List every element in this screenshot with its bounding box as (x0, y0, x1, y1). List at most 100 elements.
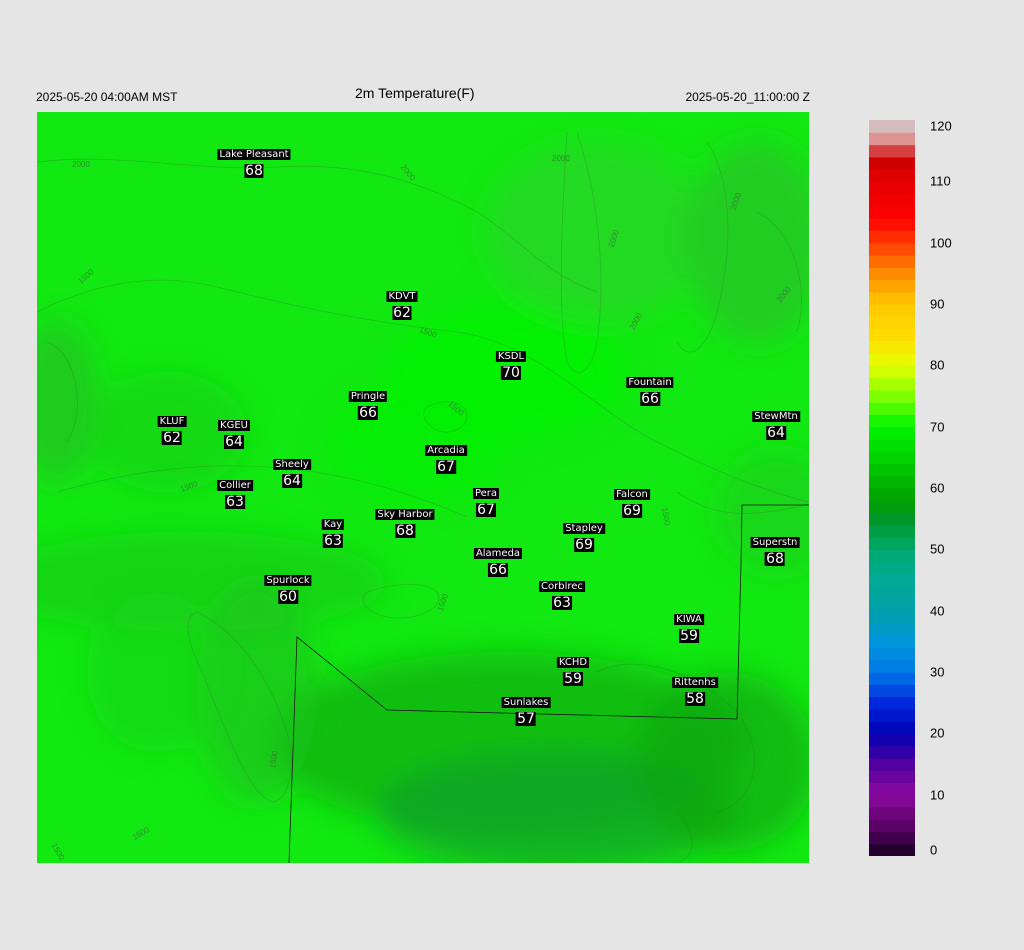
colorbar-tick-label: 40 (930, 603, 945, 619)
colorbar-band (869, 414, 915, 428)
station-temperature: 66 (640, 391, 660, 407)
temperature-colorbar (869, 120, 915, 856)
colorbar-band (869, 696, 915, 710)
colorbar-band (869, 291, 915, 305)
station-marker: KCHD 59 (556, 652, 590, 687)
station-temperature: 68 (765, 551, 785, 567)
station-temperature: 69 (622, 503, 642, 519)
colorbar-band (869, 304, 915, 317)
colorbar-band (869, 622, 915, 636)
station-temperature: 67 (476, 502, 496, 518)
colorbar-band (869, 610, 915, 624)
colorbar-band (869, 389, 915, 403)
colorbar-band (869, 463, 915, 477)
colorbar-band (869, 708, 915, 722)
temperature-map: 2000 2000 2000 2000 2000 1500 1500 1500 1500 1500… (37, 112, 809, 863)
station-name: Corblrec (539, 581, 585, 592)
colorbar-band (869, 230, 915, 244)
station-marker: KSDL 70 (495, 346, 527, 380)
station-marker: KIWA 59 (674, 609, 704, 643)
station-marker: StewMtn 64 (752, 406, 800, 440)
colorbar-band (869, 794, 915, 808)
colorbar-band (869, 745, 915, 759)
station-marker: Superstn 68 (750, 532, 800, 567)
colorbar-tick-label: 50 (930, 541, 945, 557)
station-temperature: 68 (395, 523, 415, 539)
station-marker: Corblrec 63 (539, 576, 585, 610)
station-name: Stapley (563, 523, 605, 534)
colorbar-band (869, 120, 915, 133)
station-name: Kay (321, 519, 345, 530)
station-marker: KLUF 62 (157, 411, 187, 446)
colorbar-tick-label: 0 (930, 842, 938, 858)
map-title: 2m Temperature(F) (355, 85, 475, 101)
station-marker: Sky Harbor 68 (375, 504, 435, 539)
colorbar-band (869, 733, 915, 747)
colorbar-band (869, 500, 915, 514)
station-temperature: 62 (162, 430, 182, 446)
station-name: Sky Harbor (375, 509, 435, 520)
station-name: Sunlakes (501, 697, 551, 708)
colorbar-band (869, 524, 915, 538)
station-marker: Sheely 64 (273, 454, 311, 488)
station-temperature: 59 (563, 671, 583, 687)
station-marker: Spurlock 60 (264, 570, 312, 605)
station-name: Lake Pleasant (217, 149, 291, 160)
colorbar-band (869, 169, 915, 182)
colorbar-band (869, 475, 915, 489)
colorbar-band (869, 132, 915, 146)
colorbar-band (869, 353, 915, 366)
colorbar-band (869, 279, 915, 293)
station-name: Sheely (273, 459, 311, 470)
station-temperature: 63 (552, 595, 572, 611)
colorbar-band (869, 659, 915, 673)
colorbar-band (869, 672, 915, 685)
station-temperature: 58 (685, 691, 705, 707)
station-name: KLUF (157, 416, 187, 427)
colorbar-band (869, 488, 915, 501)
colorbar-band (869, 635, 915, 649)
station-temperature: 59 (679, 628, 699, 644)
station-temperature: 67 (436, 459, 456, 475)
station-name: KIWA (674, 614, 704, 625)
colorbar-band (869, 205, 915, 219)
colorbar-band (869, 549, 915, 563)
colorbar-band (869, 721, 915, 734)
colorbar-band (869, 831, 915, 845)
contour-label: 2000 (552, 154, 570, 163)
colorbar-band (869, 843, 915, 856)
station-name: KSDL (495, 351, 527, 362)
station-name: Pringle (348, 391, 388, 402)
station-temperature: 62 (392, 305, 412, 321)
station-temperature: 64 (766, 425, 786, 441)
station-marker: Falcon 69 (614, 484, 650, 518)
station-name: Falcon (614, 489, 650, 500)
station-temperature: 64 (224, 434, 244, 450)
colorbar-band (869, 537, 915, 550)
station-name: StewMtn (752, 411, 800, 422)
station-temperature: 68 (244, 163, 264, 179)
colorbar-band (869, 193, 915, 207)
colorbar-band (869, 757, 915, 771)
colorbar-tick-label: 90 (930, 296, 945, 312)
station-marker: Arcadia 67 (425, 440, 467, 474)
colorbar-tick-label: 110 (930, 173, 951, 189)
station-name: Alameda (473, 548, 523, 559)
colorbar-tick-label: 120 (930, 118, 952, 134)
colorbar-band (869, 770, 915, 783)
colorbar-band (869, 451, 915, 465)
station-temperature: 66 (358, 405, 378, 421)
colorbar-band (869, 573, 915, 587)
colorbar-band (869, 365, 915, 379)
colorbar-band (869, 438, 915, 452)
station-temperature: 57 (516, 711, 536, 727)
station-temperature: 63 (323, 533, 343, 549)
colorbar-band (869, 156, 915, 170)
station-temperature: 60 (278, 589, 298, 605)
station-name: KGEU (218, 420, 250, 431)
colorbar-tick-label: 10 (930, 787, 945, 803)
colorbar-band (869, 586, 915, 599)
colorbar-band (869, 218, 915, 231)
colorbar-band (869, 328, 915, 342)
station-marker: Sunlakes 57 (501, 692, 551, 727)
